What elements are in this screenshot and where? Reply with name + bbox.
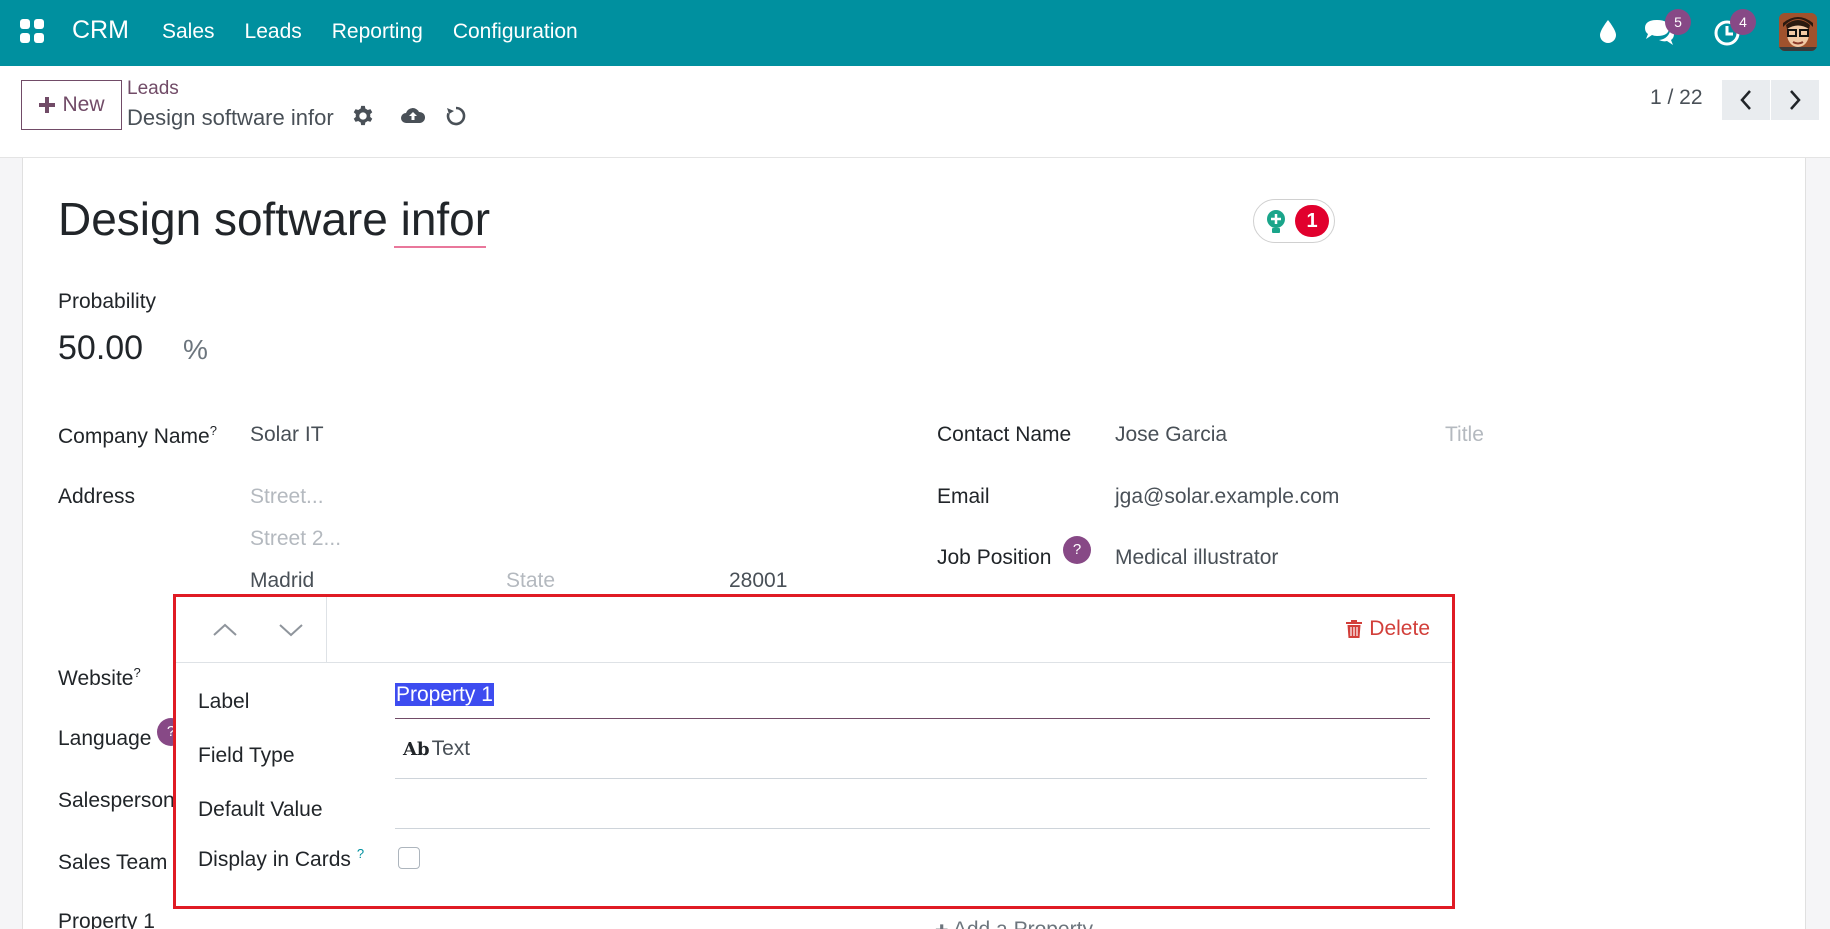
pager-previous-button[interactable] — [1722, 80, 1770, 120]
street2-field[interactable]: Street 2... — [250, 527, 341, 551]
app-brand[interactable]: CRM — [72, 16, 129, 45]
default-value-input[interactable] — [395, 789, 1430, 829]
field-type-value: Text — [431, 737, 471, 760]
menu-reporting[interactable]: Reporting — [332, 20, 423, 44]
job-position-help-badge[interactable]: ? — [1063, 536, 1091, 564]
sales-team-label: Sales Team — [58, 851, 168, 874]
user-avatar[interactable] — [1779, 13, 1817, 51]
pager-value[interactable]: 1 / 22 — [1650, 86, 1703, 110]
company-help-mark[interactable]: ? — [210, 423, 217, 438]
probability-label: Probability — [58, 290, 157, 313]
contact-title-field[interactable]: Title — [1445, 423, 1484, 447]
messages-badge: 5 — [1665, 9, 1691, 35]
website-help-mark[interactable]: ? — [133, 665, 140, 680]
menu-configuration[interactable]: Configuration — [453, 20, 578, 44]
menu-sales[interactable]: Sales — [162, 20, 215, 44]
activities-badge: 4 — [1730, 9, 1756, 35]
email-label: Email — [937, 485, 990, 508]
discard-icon[interactable] — [445, 105, 467, 127]
popover-header: Delete — [176, 597, 1452, 663]
company-name-label: Company Name? — [58, 423, 217, 448]
delete-property-button[interactable]: Delete — [1345, 617, 1430, 641]
city-field[interactable]: Madrid — [250, 569, 314, 593]
plus-small-icon: ✚ — [935, 923, 953, 929]
apps-grid-icon[interactable] — [20, 19, 44, 43]
label-field-label: Label — [198, 690, 250, 713]
new-button-label: New — [62, 93, 105, 116]
top-navbar: CRM Sales Leads Reporting Configuration … — [0, 0, 1830, 66]
contact-name-field[interactable]: Jose Garcia — [1115, 423, 1227, 447]
probability-value[interactable]: 50.00 — [58, 329, 143, 368]
street-field[interactable]: Street... — [250, 485, 324, 509]
breadcrumb-leads[interactable]: Leads — [127, 78, 179, 100]
header-divider — [326, 597, 327, 663]
label-input[interactable]: Property 1 — [395, 683, 1430, 719]
job-position-field[interactable]: Medical illustrator — [1115, 546, 1278, 570]
avatar-face-icon — [1779, 13, 1817, 51]
spellcheck-underline — [394, 246, 486, 248]
field-type-label: Field Type — [198, 744, 295, 767]
email-field[interactable]: jga@solar.example.com — [1115, 485, 1339, 509]
breadcrumb-current: Design software infor — [127, 105, 334, 130]
text-type-icon: Ab — [403, 739, 430, 760]
pager-next-button[interactable] — [1771, 80, 1819, 120]
display-cards-help-mark[interactable]: ? — [357, 846, 364, 861]
trash-icon — [1346, 620, 1363, 638]
move-up-icon[interactable] — [210, 617, 240, 643]
droplet-icon[interactable] — [1598, 19, 1618, 45]
property-1-label: Property 1 — [58, 910, 155, 929]
display-in-cards-checkbox[interactable] — [398, 847, 420, 869]
property-definition-popover: Delete Label Property 1 Field Type AbTex… — [173, 594, 1455, 909]
add-property-button[interactable]: ✚ Add a Property — [935, 918, 1093, 929]
display-in-cards-label: Display in Cards? — [198, 846, 365, 871]
state-field[interactable]: State — [506, 569, 555, 593]
address-label: Address — [58, 485, 136, 508]
zip-field[interactable]: 28001 — [729, 569, 787, 593]
chevron-left-icon — [1740, 90, 1751, 110]
contact-name-label: Contact Name — [937, 423, 1072, 446]
new-button[interactable]: New — [21, 80, 122, 130]
lightbulb-plus-icon — [1267, 210, 1285, 233]
job-position-label: Job Position — [937, 546, 1052, 569]
lead-title[interactable]: Design software infor — [58, 192, 490, 246]
cloud-upload-icon[interactable] — [400, 104, 426, 126]
website-label: Website? — [58, 665, 141, 690]
default-value-label: Default Value — [198, 798, 323, 821]
menu-leads[interactable]: Leads — [245, 20, 302, 44]
gear-icon[interactable] — [352, 105, 374, 127]
company-name-field[interactable]: Solar IT — [250, 423, 324, 447]
plus-icon — [39, 97, 56, 113]
probability-unit: % — [183, 334, 208, 365]
main-menu: Sales Leads Reporting Configuration — [162, 20, 578, 44]
chevron-right-icon — [1790, 90, 1801, 110]
salesperson-label: Salesperson — [58, 789, 175, 812]
language-label: Language — [58, 727, 152, 750]
delete-label: Delete — [1369, 617, 1430, 640]
ai-suggestion-count[interactable]: 1 — [1295, 205, 1329, 237]
label-input-value: Property 1 — [395, 683, 494, 706]
move-down-icon[interactable] — [276, 617, 306, 643]
add-property-label: Add a Property — [953, 918, 1093, 929]
field-type-select[interactable]: AbText — [395, 737, 1427, 779]
